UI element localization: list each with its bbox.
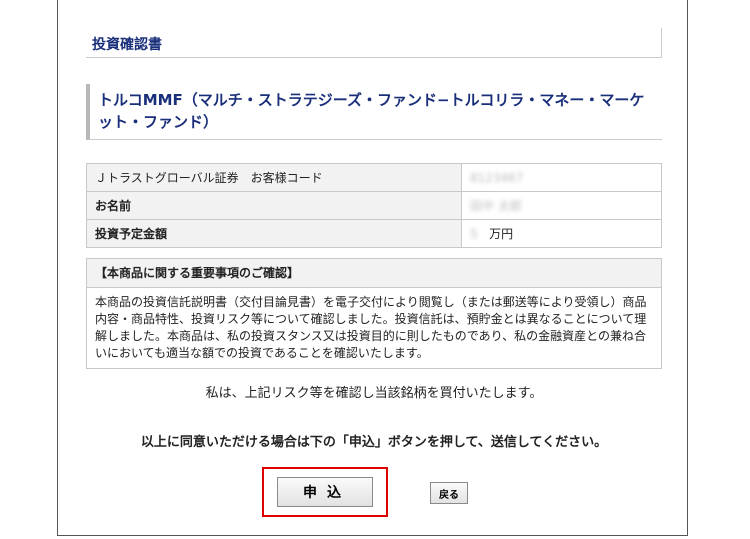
amount-number: 5 [470, 227, 478, 241]
back-button[interactable]: 戻る [430, 482, 468, 504]
table-row: 投資予定金額 5 万円 [86, 219, 662, 248]
notice-body: 本商品の投資信託説明書（交付目論見書）を電子交付により閲覧し（または郵送等により… [95, 295, 647, 360]
table-row: Ｊトラストグローバル証券 お客様コード 8123467 [86, 163, 662, 192]
apply-button[interactable]: 申込 [277, 477, 373, 507]
name-label: お名前 [86, 191, 462, 220]
amount-unit: 万円 [489, 227, 514, 241]
customer-code-value: 8123467 [461, 163, 662, 192]
page-title: 投資確認書 [86, 28, 662, 58]
customer-info-table: Ｊトラストグローバル証券 お客様コード 8123467 お名前 田中 太郎 投資… [86, 163, 662, 248]
important-notice: 【本商品に関する重要事項のご確認】 本商品の投資信託説明書（交付目論見書）を電子… [86, 258, 662, 369]
customer-code-text: 8123467 [470, 170, 524, 185]
product-title: トルコMMF（マルチ・ストラテジーズ・ファンド−トルコリラ・マネー・マーケット・… [86, 84, 662, 140]
name-value: 田中 太郎 [461, 191, 662, 220]
confirm-text: 私は、上記リスク等を確認し当該銘柄を買付いたします。 [205, 386, 543, 401]
name-text: 田中 太郎 [470, 199, 522, 213]
customer-code-label: Ｊトラストグローバル証券 お客様コード [86, 163, 462, 192]
amount-value: 5 万円 [461, 219, 662, 248]
notice-heading: 【本商品に関する重要事項のご確認】 [87, 259, 661, 288]
table-row: お名前 田中 太郎 [86, 191, 662, 220]
amount-label: 投資予定金額 [86, 219, 462, 248]
agree-instruction: 以上に同意いただける場合は下の「申込」ボタンを押して、送信してください。 [140, 435, 608, 450]
